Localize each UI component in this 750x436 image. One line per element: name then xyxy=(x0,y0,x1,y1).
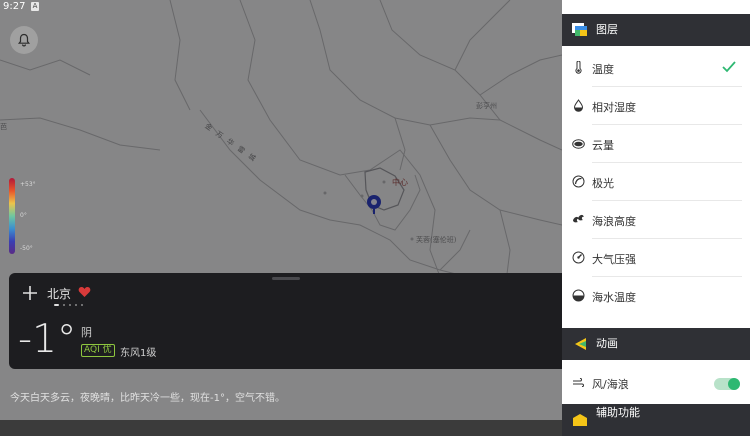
accessibility-icon xyxy=(573,414,587,426)
toggle-knob xyxy=(728,378,740,390)
animation-icon xyxy=(575,338,586,350)
page-dot xyxy=(63,304,65,306)
weather-card[interactable]: 北京 -1° 阴 AQI 优 东风1级 xyxy=(9,273,562,369)
animation-item-wind-wave[interactable]: 风/海浪 xyxy=(562,364,750,402)
layer-item-sea-temperature[interactable]: 海水温度 xyxy=(562,277,750,315)
layer-label: 大气压强 xyxy=(592,253,636,266)
layer-item-humidity[interactable]: 相对湿度 xyxy=(562,87,750,125)
legend-top-label: +53° xyxy=(20,181,36,188)
wave-icon xyxy=(573,214,584,223)
layer-item-wave-height[interactable]: 海浪高度 xyxy=(562,201,750,239)
accessibility-title: 辅助功能 xyxy=(596,406,640,419)
temperature-legend: +53° 0° -50° xyxy=(9,178,39,256)
bell-icon xyxy=(17,33,31,47)
wind-wave-toggle[interactable] xyxy=(714,378,740,390)
weather-summary: 今天白天多云，夜晚晴，比昨天冷一些，现在-1°，空气不错。 xyxy=(10,393,285,404)
legend-bottom-label: -50° xyxy=(20,245,33,252)
droplet-icon xyxy=(573,99,584,112)
layer-item-cloud[interactable]: 云量 xyxy=(562,125,750,163)
layers-icon xyxy=(572,23,587,36)
accessibility-header: 辅助功能 xyxy=(562,404,750,436)
cloud-icon xyxy=(572,139,585,149)
layer-item-aurora[interactable]: 极光 xyxy=(562,163,750,201)
animation-title: 动画 xyxy=(596,337,618,350)
layer-item-temperature[interactable]: 温度 xyxy=(562,49,750,87)
status-notification-icon: A xyxy=(31,2,39,11)
layer-label: 海浪高度 xyxy=(592,215,636,228)
page-dot xyxy=(81,304,83,306)
page-dot xyxy=(54,304,59,306)
current-temperature: -1° xyxy=(18,317,77,362)
status-time: 9:27 xyxy=(3,1,26,12)
layer-label: 温度 xyxy=(592,63,614,76)
legend-mid-label: 0° xyxy=(20,212,27,219)
aurora-icon xyxy=(572,175,585,188)
favorite-heart-icon[interactable] xyxy=(78,286,91,298)
layer-label: 极光 xyxy=(592,177,614,190)
layer-label: 相对湿度 xyxy=(592,101,636,114)
layers-title: 图层 xyxy=(596,23,618,36)
status-bar: 9:27 A xyxy=(0,0,562,14)
page-indicator xyxy=(54,304,83,306)
thermometer-icon xyxy=(575,61,582,74)
card-drag-handle[interactable] xyxy=(272,277,300,280)
wind-icon xyxy=(573,377,584,388)
pressure-icon xyxy=(572,251,585,264)
sea-temp-icon xyxy=(572,289,585,302)
animation-label: 风/海浪 xyxy=(592,378,629,391)
weather-condition: 阴 xyxy=(81,326,92,339)
layer-item-pressure[interactable]: 大气压强 xyxy=(562,239,750,277)
add-city-icon[interactable] xyxy=(21,284,39,302)
wind-info: 东风1级 xyxy=(120,348,157,359)
aqi-badge: AQI 优 xyxy=(81,344,115,357)
layers-panel: 图层 温度 相对湿度 云量 极光 海浪高度 大气压强 海水温度 动画 风/海浪 … xyxy=(562,0,750,436)
animation-header: 动画 xyxy=(562,328,750,360)
layer-label: 云量 xyxy=(592,139,614,152)
city-name: 北京 xyxy=(47,287,72,301)
check-icon xyxy=(722,61,736,73)
layer-label: 海水温度 xyxy=(592,291,636,304)
page-dot xyxy=(75,304,77,306)
page-dot xyxy=(69,304,71,306)
notification-bell-button[interactable] xyxy=(10,26,38,54)
legend-color-bar xyxy=(9,178,15,254)
layers-header: 图层 xyxy=(562,14,750,46)
